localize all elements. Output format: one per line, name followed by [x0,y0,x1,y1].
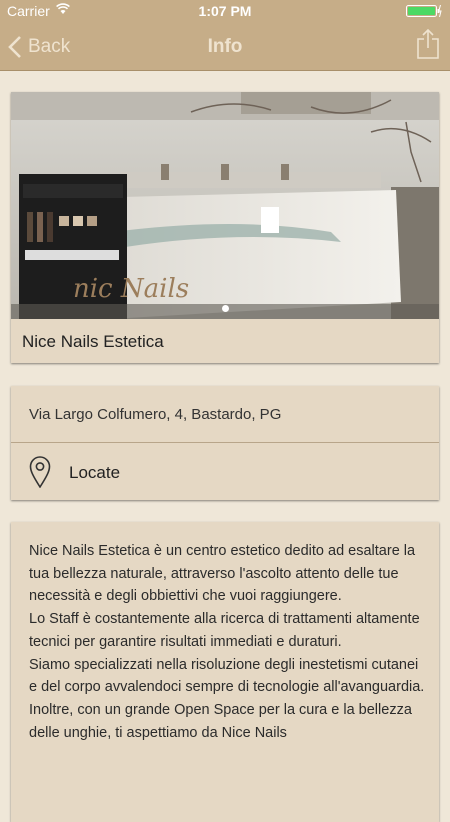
divider [11,442,439,443]
business-name: Nice Nails Estetica [22,332,164,351]
business-header-card: nic Nails Nice Nails Estetica [11,92,439,363]
business-photo-gallery[interactable]: nic Nails [11,92,439,319]
description-text: Nice Nails Estetica è un centro estetico… [29,540,429,744]
page-indicator [11,298,439,319]
address-text: Via Largo Colfumero, 4, Bastardo, PG [29,406,282,423]
clock: 1:07 PM [198,3,252,19]
salon-photo: nic Nails [11,92,439,319]
location-pin-icon[interactable] [29,456,51,488]
navigation-bar: Back Info [0,22,450,71]
share-icon[interactable] [416,28,440,60]
description-card: Nice Nails Estetica è un centro estetico… [11,522,439,822]
address-card: Via Largo Colfumero, 4, Bastardo, PG Loc… [11,386,439,500]
locate-button[interactable]: Locate [69,463,120,483]
description-paragraph: Lo Staff è costantemente alla ricerca di… [29,611,420,650]
battery-icon [406,5,442,17]
page-indicator-dot [221,305,229,312]
description-paragraph: Inoltre, con un grande Open Space per la… [29,701,412,741]
status-bar: Carrier 1:07 PM [0,0,450,22]
description-paragraph: Siamo specializzati nella risoluzione de… [29,656,425,696]
page-title: Info [207,36,243,57]
description-paragraph: Nice Nails Estetica è un centro estetico… [29,543,416,605]
